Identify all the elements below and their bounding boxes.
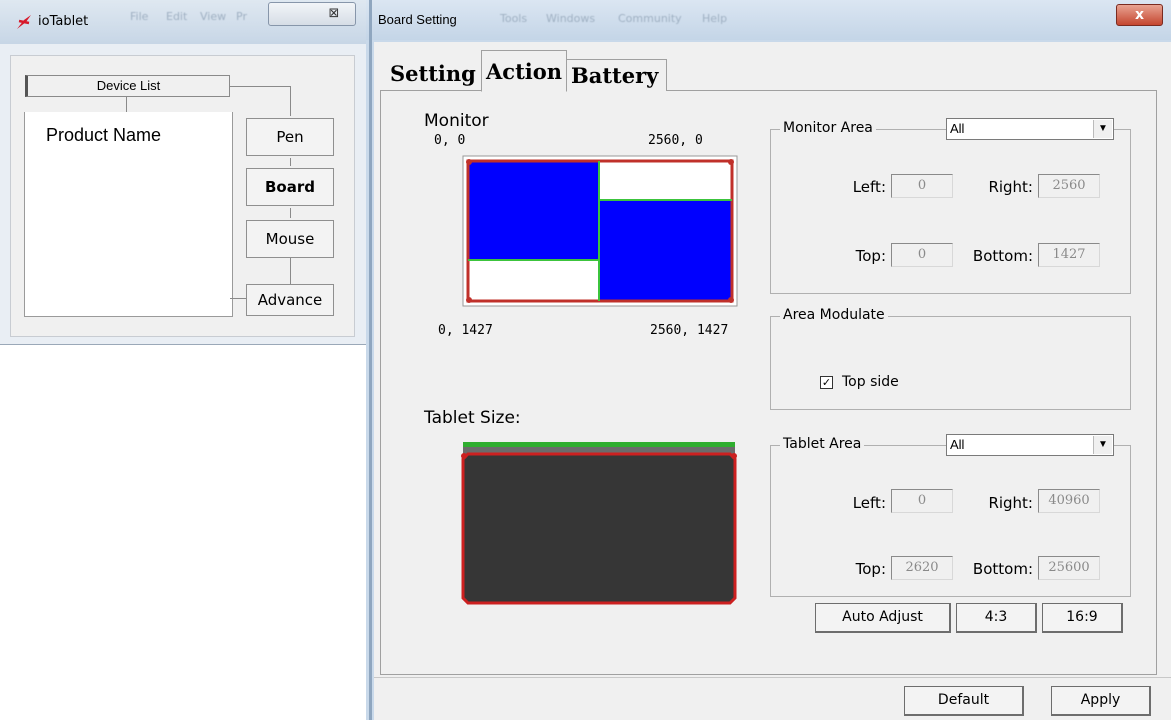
tablet-preview[interactable]	[458, 438, 740, 606]
apply-button[interactable]: Apply	[1051, 686, 1151, 716]
pen-button[interactable]: Pen	[246, 118, 334, 156]
area-modulate-title: Area Modulate	[780, 307, 888, 323]
tablet-right-label: Right:	[988, 494, 1033, 512]
menu-community[interactable]: Community	[618, 12, 682, 25]
product-name-header: Product Name	[46, 125, 162, 145]
monitor-top-field[interactable]: 0	[891, 243, 953, 267]
monitor-bottom-label: Bottom:	[972, 247, 1033, 265]
monitor-bottom-field[interactable]: 1427	[1038, 243, 1100, 267]
menu-edit[interactable]: Edit	[166, 10, 187, 23]
menu-file[interactable]: File	[130, 10, 148, 23]
monitor-area-selected: All	[950, 121, 965, 136]
menu-view[interactable]: View	[200, 10, 226, 23]
top-side-checkbox[interactable]: ✓	[820, 376, 833, 389]
monitor-left-field[interactable]: 0	[891, 174, 953, 198]
default-button[interactable]: Default	[904, 686, 1024, 716]
top-side-label: Top side	[842, 374, 899, 390]
monitor-area-title: Monitor Area	[780, 120, 876, 136]
advance-button[interactable]: Advance	[246, 284, 334, 316]
tablet-area-selected: All	[950, 437, 965, 452]
tree-connector	[290, 158, 291, 166]
iotablet-close-button[interactable]: ⊠	[268, 2, 356, 26]
monitor-right-label: Right:	[988, 178, 1033, 196]
monitor-region-bottom-right	[600, 200, 731, 301]
monitor-right-field[interactable]: 2560	[1038, 174, 1100, 198]
board-setting-close-button[interactable]: x	[1116, 4, 1163, 26]
footer-divider	[374, 677, 1171, 678]
tablet-size-label: Tablet Size:	[424, 408, 521, 428]
menu-tools[interactable]: Tools	[500, 12, 527, 25]
menu-pr[interactable]: Pr	[236, 10, 247, 23]
area-modulate-group	[770, 316, 1131, 410]
iotablet-title: ioTablet	[38, 14, 89, 29]
tree-connector	[290, 208, 291, 218]
monitor-left-label: Left:	[852, 178, 886, 196]
tree-connector	[290, 258, 291, 285]
tree-connector	[230, 86, 290, 87]
close-icon: ⊠	[328, 6, 340, 21]
tree-connector	[290, 86, 291, 116]
monitor-area-select[interactable]: All ▼	[946, 118, 1114, 140]
tablet-area-select[interactable]: All ▼	[946, 434, 1114, 456]
tablet-bottom-label: Bottom:	[972, 560, 1033, 578]
tablet-top-field[interactable]: 2620	[891, 556, 953, 580]
tablet-top-label: Top:	[855, 560, 886, 578]
board-setting-titlebar[interactable]	[366, 0, 1171, 40]
chevron-down-icon[interactable]: ▼	[1093, 436, 1112, 454]
monitor-top-right-coord: 2560, 0	[648, 133, 703, 148]
monitor-label: Monitor	[424, 111, 489, 131]
chevron-down-icon[interactable]: ▼	[1093, 120, 1112, 138]
tablet-left-field[interactable]: 0	[891, 489, 953, 513]
device-list-label: Device List	[25, 75, 230, 97]
tablet-left-label: Left:	[852, 494, 886, 512]
tree-connector	[126, 97, 127, 112]
auto-adjust-button[interactable]: Auto Adjust	[815, 603, 951, 633]
mouse-button[interactable]: Mouse	[246, 220, 334, 258]
menu-windows[interactable]: Windows	[546, 12, 595, 25]
board-setting-title: Board Setting	[378, 12, 457, 27]
monitor-preview[interactable]	[462, 155, 738, 307]
monitor-top-label: Top:	[855, 247, 886, 265]
ratio-4-3-button[interactable]: 4:3	[956, 603, 1037, 633]
monitor-top-left-coord: 0, 0	[434, 133, 466, 148]
monitor-region-top-left	[468, 161, 599, 259]
board-button[interactable]: Board	[246, 168, 334, 206]
tablet-bottom-field[interactable]: 25600	[1038, 556, 1100, 580]
ratio-16-9-button[interactable]: 16:9	[1042, 603, 1123, 633]
tab-action[interactable]: Action	[481, 50, 567, 92]
tablet-area-title: Tablet Area	[780, 436, 865, 452]
window-left-border	[369, 0, 372, 720]
menu-help[interactable]: Help	[702, 12, 727, 25]
tablet-right-field[interactable]: 40960	[1038, 489, 1100, 513]
tab-battery[interactable]: Battery	[567, 59, 667, 91]
monitor-bottom-left-coord: 0, 1427	[438, 323, 493, 338]
tab-setting[interactable]: Setting	[386, 56, 480, 92]
close-icon: x	[1134, 7, 1145, 23]
iotablet-logo-icon	[17, 15, 31, 29]
monitor-bottom-right-coord: 2560, 1427	[650, 323, 729, 338]
monitor-area-group	[770, 129, 1131, 294]
